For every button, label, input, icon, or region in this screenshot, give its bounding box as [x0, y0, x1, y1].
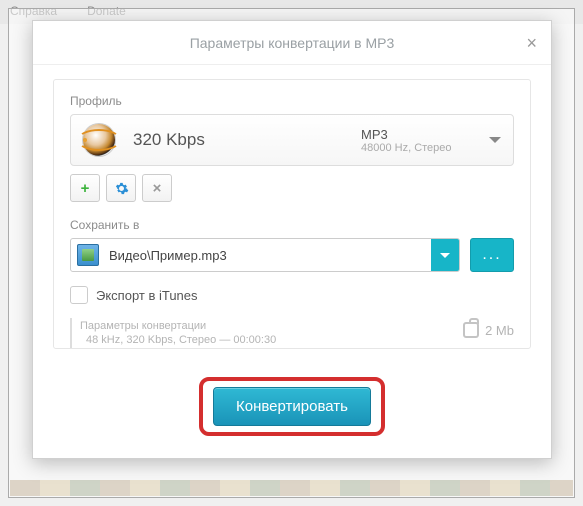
- profile-label: Профиль: [70, 94, 514, 108]
- itunes-label: Экспорт в iTunes: [96, 288, 198, 303]
- speaker-icon: [83, 124, 115, 156]
- filesize-icon: [463, 322, 479, 338]
- gear-icon: [114, 181, 129, 196]
- convert-button[interactable]: Конвертировать: [213, 387, 371, 426]
- browse-button[interactable]: ...: [470, 238, 514, 272]
- chevron-down-icon: [489, 137, 501, 143]
- add-profile-button[interactable]: +: [70, 174, 100, 202]
- save-label: Сохранить в: [70, 218, 514, 232]
- save-path-field[interactable]: Видео\Пример.mp3: [70, 238, 460, 272]
- profile-selector[interactable]: 320 Kbps MP3 48000 Hz, Стерео: [70, 114, 514, 166]
- save-path-text: Видео\Пример.mp3: [105, 248, 431, 263]
- profile-bitrate: 320 Kbps: [115, 130, 361, 150]
- profile-tools: + ×: [70, 174, 514, 202]
- dialog-title: Параметры конвертации в MP3: [190, 35, 395, 51]
- action-row: Конвертировать: [33, 359, 551, 458]
- profile-format: MP3: [361, 127, 481, 142]
- dialog-titlebar: Параметры конвертации в MP3 ×: [33, 21, 551, 65]
- save-section: Сохранить в Видео\Пример.mp3 ...: [70, 218, 514, 272]
- video-file-icon: [77, 244, 99, 266]
- profile-details: 48000 Hz, Стерео: [361, 142, 481, 154]
- settings-button[interactable]: [106, 174, 136, 202]
- dialog-body: Профиль 320 Kbps MP3 48000 Hz, Стерео + …: [53, 79, 531, 349]
- close-icon[interactable]: ×: [526, 33, 537, 54]
- itunes-checkbox[interactable]: [70, 286, 88, 304]
- highlight-annotation: Конвертировать: [199, 377, 385, 436]
- output-size: 2 Mb: [485, 323, 514, 338]
- conversion-dialog: Параметры конвертации в MP3 × Профиль 32…: [32, 20, 552, 459]
- remove-profile-button[interactable]: ×: [142, 174, 172, 202]
- itunes-export-row: Экспорт в iTunes: [70, 286, 514, 304]
- path-dropdown-button[interactable]: [431, 239, 459, 271]
